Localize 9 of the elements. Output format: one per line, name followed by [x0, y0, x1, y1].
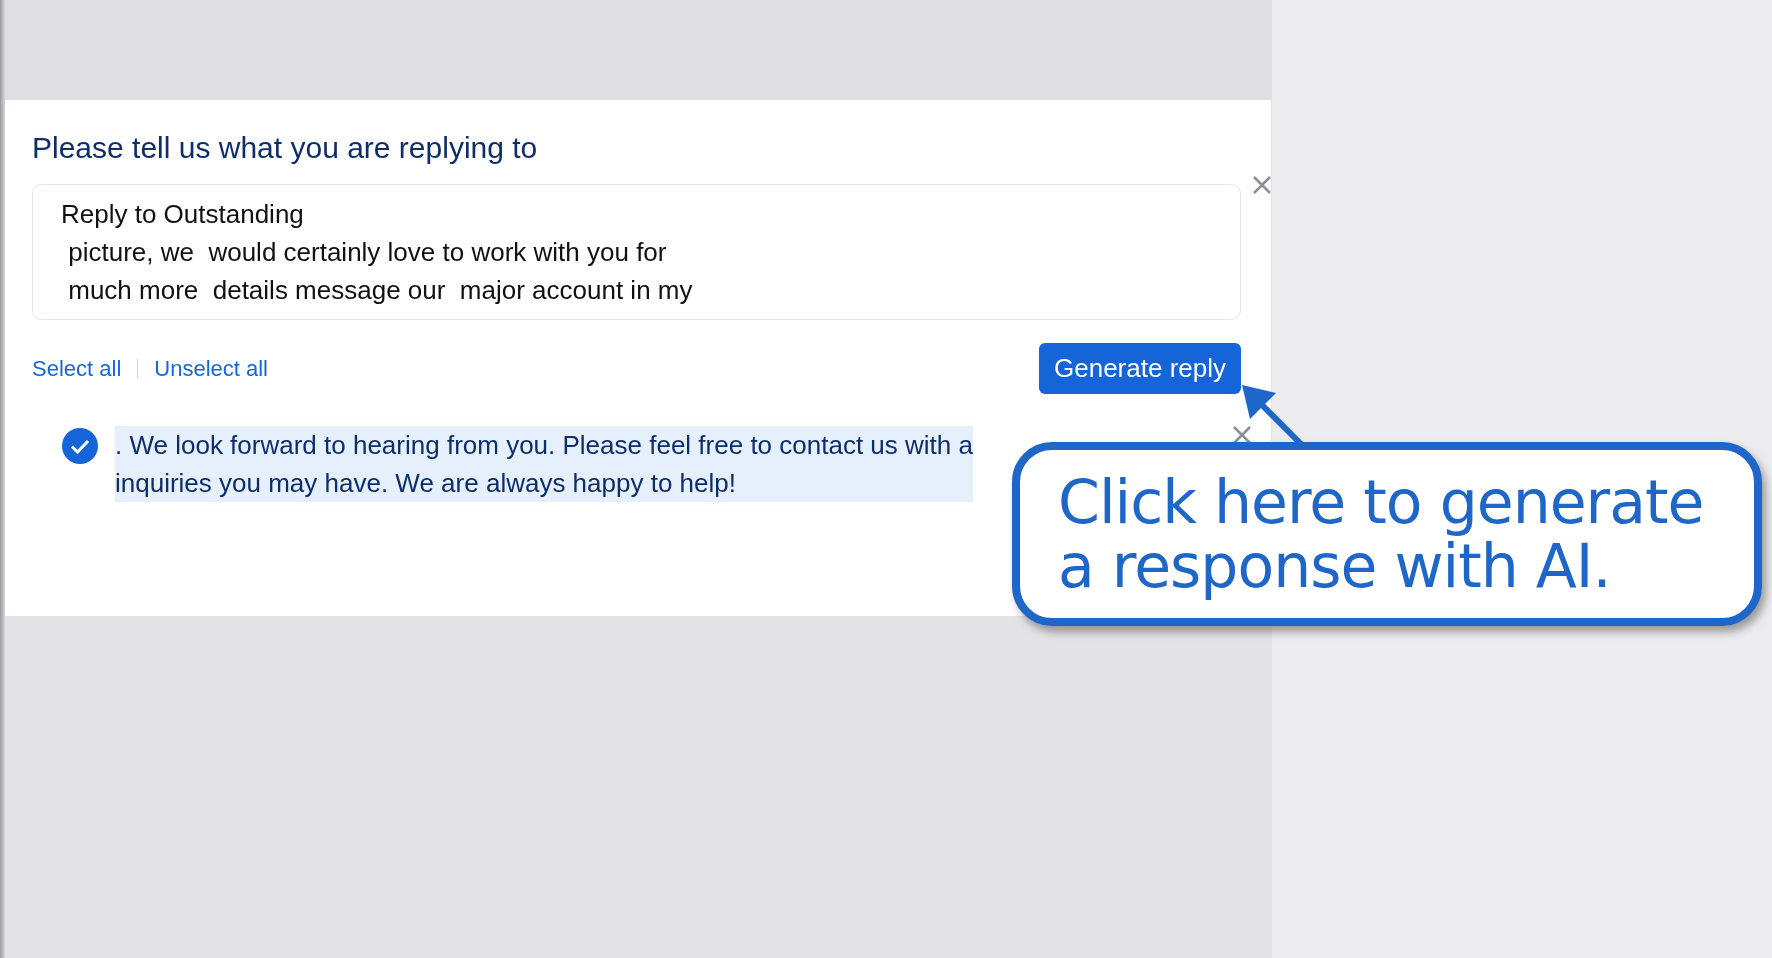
callout-text: Click here to generate: [1058, 470, 1704, 534]
generate-reply-button[interactable]: Generate reply: [1039, 343, 1241, 394]
select-link[interactable]: Select all: [32, 352, 122, 385]
select-link[interactable]: Unselect all: [154, 352, 268, 385]
close-icon[interactable]: [1251, 174, 1273, 196]
suggestion-text: . We look forward to hearing from you. Please feel free to contact us with a inquiries you may have. We are always happy to help!: [115, 426, 973, 502]
dialog-title: Please tell us what you are replying to: [32, 130, 539, 166]
check-icon[interactable]: [62, 428, 98, 464]
context-text-field[interactable]: Reply to Outstanding picture, we would certainly love to work with you for much more details message our major account in my: [32, 184, 1241, 320]
